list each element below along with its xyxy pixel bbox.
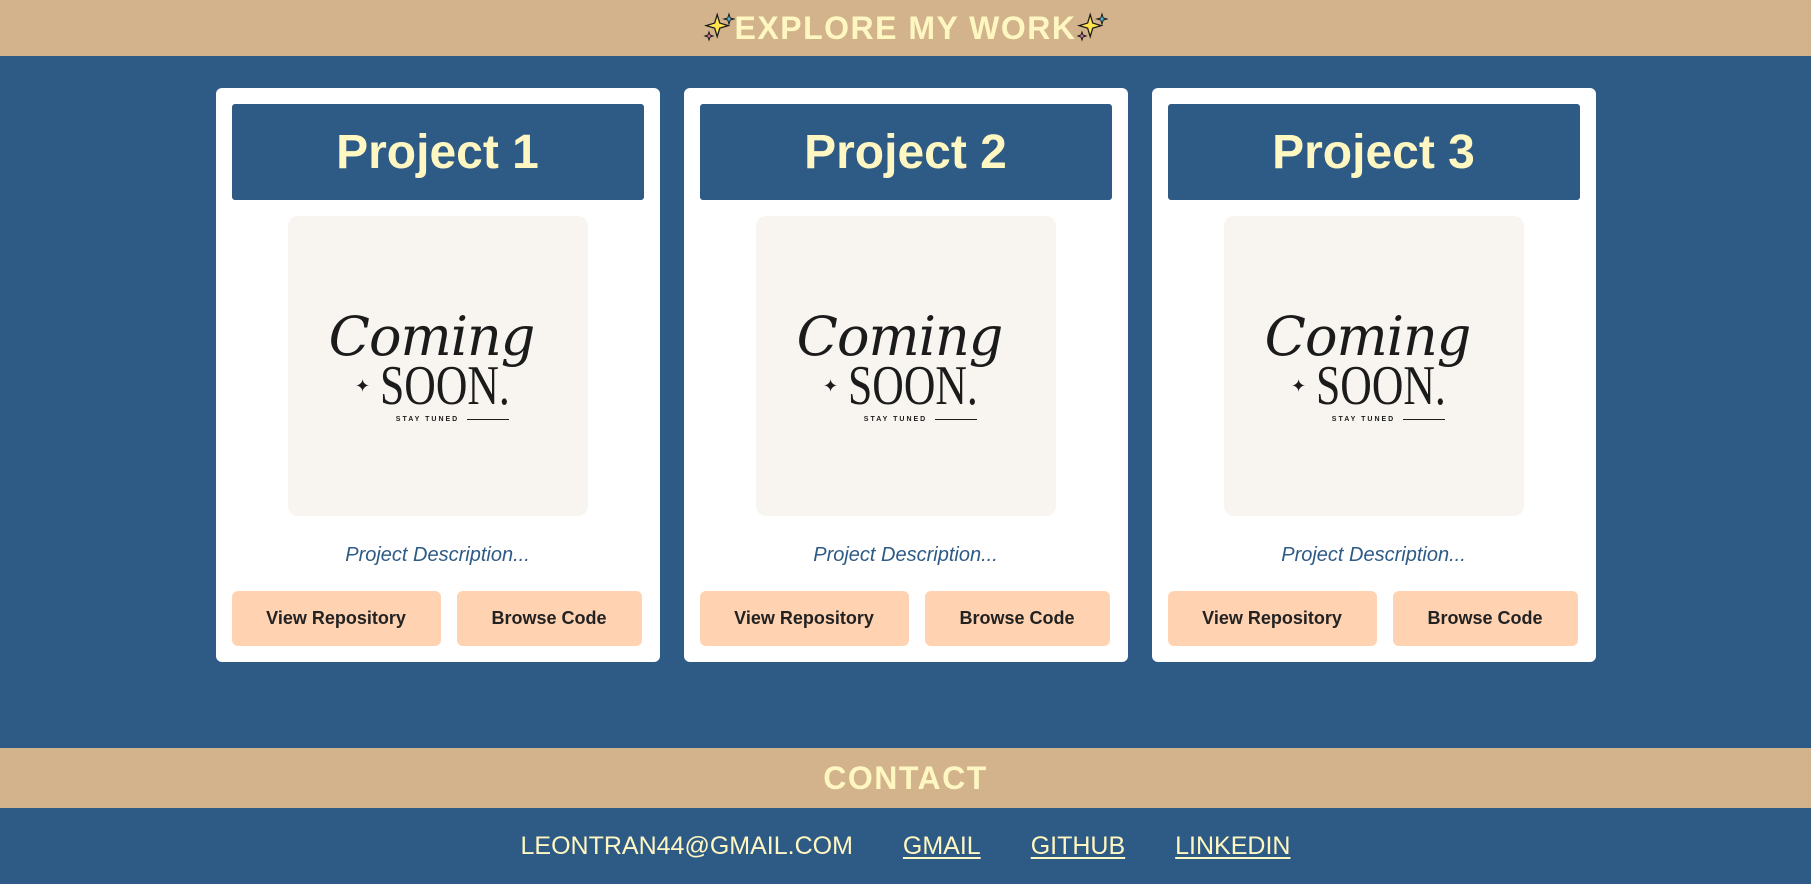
stay-tuned-text: STAY TUNED (395, 415, 460, 423)
coming-soon-graphic: Coming ✦ SOON. STAY TUNED (1265, 309, 1472, 423)
star-icon: ✦ (1290, 375, 1307, 396)
sparkles-icon (702, 12, 735, 42)
stay-tuned-text: STAY TUNED (1331, 415, 1396, 423)
work-heading: EXPLORE MY WORK (702, 9, 1109, 47)
browse-code-button[interactable]: Browse Code (456, 591, 642, 646)
gmail-link[interactable]: GMAIL (903, 832, 981, 861)
project-description: Project Description... (813, 544, 998, 566)
browse-code-button[interactable]: Browse Code (1392, 591, 1578, 646)
project-description: Project Description... (1281, 544, 1466, 566)
work-header: EXPLORE MY WORK (0, 0, 1811, 56)
project-image: Coming ✦ SOON. STAY TUNED (755, 216, 1056, 516)
soon-text: SOON. (380, 354, 510, 417)
contact-links: LEONTRAN44@GMAIL.COM GMAIL GITHUB LINKED… (0, 808, 1811, 884)
project-image: Coming ✦ SOON. STAY TUNED (1223, 216, 1524, 516)
star-icon: ✦ (822, 375, 839, 396)
view-repository-button[interactable]: View Repository (231, 591, 441, 646)
coming-soon-graphic: Coming ✦ SOON. STAY TUNED (797, 309, 1004, 423)
github-link[interactable]: GITHUB (1031, 832, 1125, 861)
work-title: EXPLORE MY WORK (734, 9, 1077, 46)
stay-tuned-text: STAY TUNED (863, 415, 928, 423)
project-image: Coming ✦ SOON. STAY TUNED (287, 216, 588, 516)
project-card: Project 1 Coming ✦ SOON. STAY TUNED Proj… (215, 88, 660, 662)
project-description: Project Description... (345, 544, 530, 566)
soon-text: SOON. (848, 354, 978, 417)
linkedin-link[interactable]: LINKEDIN (1175, 832, 1290, 861)
projects-grid: Project 1 Coming ✦ SOON. STAY TUNED Proj… (0, 56, 1811, 692)
sparkles-icon (1076, 12, 1109, 42)
divider (467, 418, 510, 420)
browse-code-button[interactable]: Browse Code (924, 591, 1110, 646)
project-title: Project 3 (1167, 104, 1580, 200)
contact-header: CONTACT (0, 748, 1811, 808)
contact-email: LEONTRAN44@GMAIL.COM (520, 831, 853, 860)
project-card: Project 3 Coming ✦ SOON. STAY TUNED Proj… (1151, 88, 1596, 662)
project-title: Project 2 (699, 104, 1112, 200)
coming-soon-graphic: Coming ✦ SOON. STAY TUNED (329, 309, 536, 423)
project-card: Project 2 Coming ✦ SOON. STAY TUNED Proj… (683, 88, 1128, 662)
view-repository-button[interactable]: View Repository (699, 591, 909, 646)
star-icon: ✦ (354, 375, 371, 396)
view-repository-button[interactable]: View Repository (1167, 591, 1377, 646)
project-title: Project 1 (231, 104, 644, 200)
soon-text: SOON. (1316, 354, 1446, 417)
contact-title: CONTACT (823, 759, 988, 796)
divider (1403, 418, 1446, 420)
divider (935, 418, 978, 420)
